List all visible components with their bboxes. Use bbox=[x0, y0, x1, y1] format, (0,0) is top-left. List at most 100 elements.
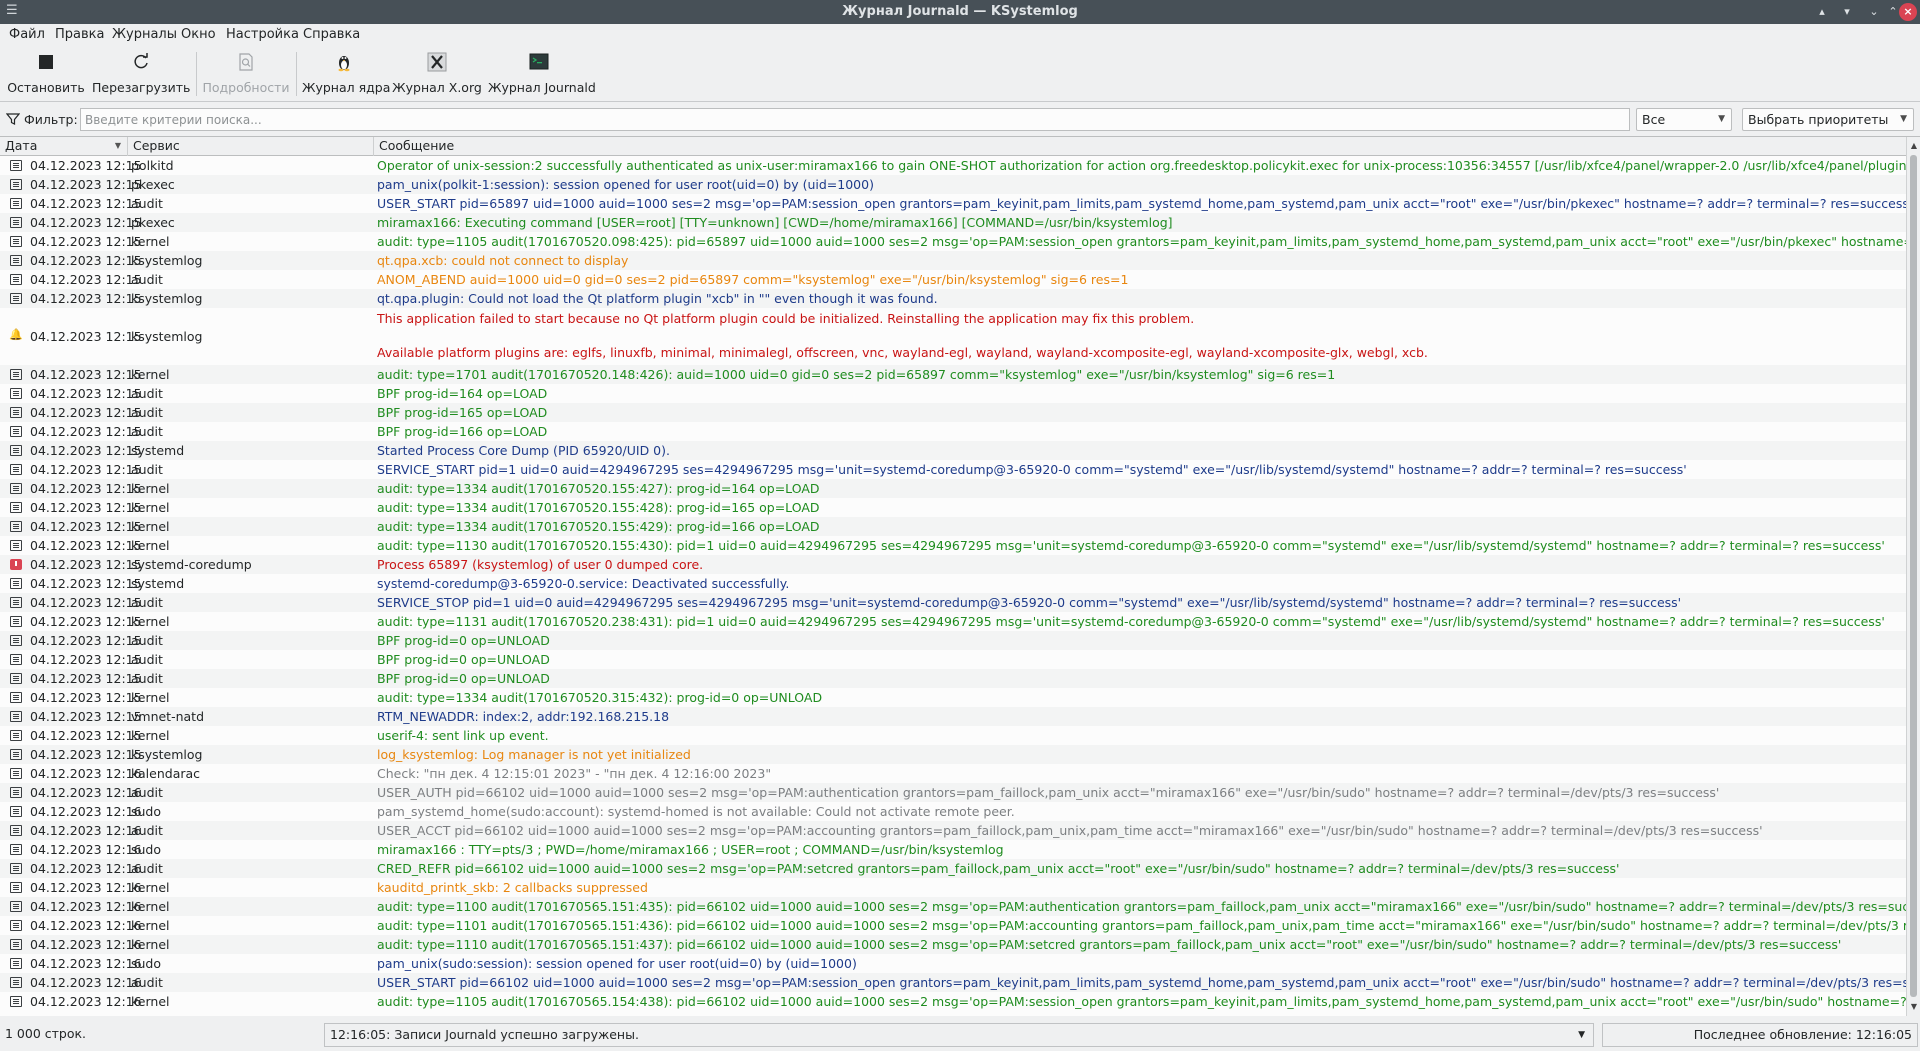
table-row[interactable]: 04.12.2023 12:15 kernel audit: type=1334 a… bbox=[0, 688, 1906, 707]
cell-service: kernel bbox=[131, 614, 170, 629]
table-row[interactable]: 04.12.2023 12:16 audit CRED_REFR pid=66102… bbox=[0, 859, 1906, 878]
cell-date: 04.12.2023 12:16 bbox=[30, 823, 142, 838]
table-row[interactable]: 04.12.2023 12:15 pkexec pam_unix(polkit-1:… bbox=[0, 175, 1906, 194]
table-row[interactable]: 04.12.2023 12:16 kalendarac Check: "пн дек… bbox=[0, 764, 1906, 783]
table-row[interactable]: 04.12.2023 12:16 kernel audit: type=1110 a… bbox=[0, 935, 1906, 954]
menu-edit[interactable]: Правка bbox=[55, 27, 104, 42]
cell-message: Started Process Core Dump (PID 65920/UID… bbox=[377, 443, 670, 458]
table-row[interactable]: 04.12.2023 12:15 kernel audit: type=1334 a… bbox=[0, 517, 1906, 536]
cell-date: 04.12.2023 12:15 bbox=[30, 215, 142, 230]
table-row[interactable]: 04.12.2023 12:15 vmnet-natd RTM_NEWADDR: i… bbox=[0, 707, 1906, 726]
table-row[interactable]: 04.12.2023 12:15 ksystemlog log_ksystemlog… bbox=[0, 745, 1906, 764]
xorg-log-button[interactable]: Журнал X.org bbox=[392, 46, 482, 102]
cell-service: audit bbox=[131, 861, 163, 876]
table-row[interactable]: 04.12.2023 12:15 audit USER_START pid=6589… bbox=[0, 194, 1906, 213]
table-row[interactable]: 04.12.2023 12:15 systemd Started Process C… bbox=[0, 441, 1906, 460]
doc-icon bbox=[10, 635, 22, 646]
table-row[interactable]: 04.12.2023 12:15 pkexec miramax166: Execut… bbox=[0, 213, 1906, 232]
table-row[interactable]: 04.12.2023 12:15 audit BPF prog-id=0 op=UN… bbox=[0, 631, 1906, 650]
scrollbar-thumb[interactable] bbox=[1910, 155, 1917, 997]
table-row[interactable]: 04.12.2023 12:15 kernel audit: type=1334 a… bbox=[0, 498, 1906, 517]
cell-message: audit: type=1334 audit(1701670520.155:42… bbox=[377, 519, 820, 534]
cell-message: BPF prog-id=166 op=LOAD bbox=[377, 424, 548, 439]
filter-scope-select[interactable]: Все ▼ bbox=[1636, 108, 1732, 131]
table-row[interactable]: 04.12.2023 12:16 audit USER_AUTH pid=66102… bbox=[0, 783, 1906, 802]
cell-date: 04.12.2023 12:15 bbox=[30, 253, 142, 268]
table-row[interactable]: 04.12.2023 12:15 audit BPF prog-id=164 op=… bbox=[0, 384, 1906, 403]
table-row[interactable]: 04.12.2023 12:15 ksystemlog qt.qpa.plugin:… bbox=[0, 289, 1906, 308]
table-row[interactable]: 04.12.2023 12:16 audit USER_START pid=6610… bbox=[0, 973, 1906, 992]
cell-date: 04.12.2023 12:15 bbox=[30, 234, 142, 249]
cell-message: BPF prog-id=165 op=LOAD bbox=[377, 405, 548, 420]
reload-icon bbox=[134, 53, 148, 69]
status-bar: 1 000 строк. 12:16:05: Записи Journald у… bbox=[0, 1020, 1920, 1051]
table-row[interactable]: 04.12.2023 12:15 kernel audit: type=1131 a… bbox=[0, 612, 1906, 631]
table-row[interactable]: 04.12.2023 12:16 audit USER_ACCT pid=66102… bbox=[0, 821, 1906, 840]
table-row[interactable]: 04.12.2023 12:15 kernel audit: type=1701 a… bbox=[0, 365, 1906, 384]
priority-select[interactable]: Выбрать приоритеты ▼ bbox=[1742, 108, 1914, 131]
column-header-service[interactable]: Сервис bbox=[128, 137, 374, 156]
vertical-scrollbar[interactable]: ▲ ▼ bbox=[1906, 137, 1920, 1016]
table-row[interactable]: 04.12.2023 12:15ksystemlog This applicati… bbox=[0, 308, 1906, 365]
doc-icon bbox=[10, 255, 22, 266]
table-row[interactable]: 04.12.2023 12:16 sudo pam_unix(sudo:sessio… bbox=[0, 954, 1906, 973]
minimize-icon[interactable]: ⌄ bbox=[1865, 3, 1883, 21]
cell-service: audit bbox=[131, 823, 163, 838]
cell-message: qt.qpa.xcb: could not connect to display bbox=[377, 253, 629, 268]
cell-date: 04.12.2023 12:15 bbox=[30, 709, 142, 724]
reload-label: Перезагрузить bbox=[92, 80, 191, 95]
table-row[interactable]: 04.12.2023 12:16 kernel kauditd_printk_skb… bbox=[0, 878, 1906, 897]
table-row[interactable]: 04.12.2023 12:15 kernel audit: type=1334 a… bbox=[0, 479, 1906, 498]
menu-file[interactable]: Файл bbox=[9, 27, 45, 42]
table-row[interactable]: 04.12.2023 12:16 kernel audit: type=1100 a… bbox=[0, 897, 1906, 916]
scroll-down-icon[interactable]: ▼ bbox=[1908, 1000, 1920, 1014]
table-row[interactable]: 04.12.2023 12:15 audit BPF prog-id=0 op=UN… bbox=[0, 650, 1906, 669]
journald-log-button[interactable]: Журнал Journald bbox=[488, 46, 596, 102]
menu-logs[interactable]: Журналы bbox=[112, 27, 177, 42]
table-row[interactable]: 04.12.2023 12:15 audit BPF prog-id=166 op=… bbox=[0, 422, 1906, 441]
table-row[interactable]: 04.12.2023 12:15 ksystemlog qt.qpa.xcb: co… bbox=[0, 251, 1906, 270]
keep-below-icon[interactable]: ▾ bbox=[1838, 3, 1856, 21]
doc-icon bbox=[10, 730, 22, 741]
status-message-select[interactable]: 12:16:05: Записи Journald успешно загруж… bbox=[324, 1023, 1594, 1047]
cell-date: 04.12.2023 12:16 bbox=[30, 994, 142, 1009]
stop-label: Остановить bbox=[7, 80, 85, 95]
kernel-log-button[interactable]: Журнал ядра bbox=[302, 46, 390, 102]
table-row[interactable]: 04.12.2023 12:15 kernel userif-4: sent lin… bbox=[0, 726, 1906, 745]
table-row[interactable]: 04.12.2023 12:15 systemd-coredump Process … bbox=[0, 555, 1906, 574]
table-row[interactable]: 04.12.2023 12:16 sudo pam_systemd_home(sud… bbox=[0, 802, 1906, 821]
column-header-message[interactable]: Сообщение bbox=[374, 137, 1906, 156]
table-row[interactable]: 04.12.2023 12:16 kernel audit: type=1101 a… bbox=[0, 916, 1906, 935]
table-row[interactable]: 04.12.2023 12:15 polkitd Operator of unix-… bbox=[0, 156, 1906, 175]
xorg-log-label: Журнал X.org bbox=[392, 80, 482, 95]
log-table[interactable]: Дата ▼ Сервис Сообщение 04.12.2023 12:15… bbox=[0, 136, 1920, 1016]
scroll-up-icon[interactable]: ▲ bbox=[1908, 139, 1920, 153]
details-button[interactable]: Подробности bbox=[202, 46, 290, 102]
cell-message: log_ksystemlog: Log manager is not yet i… bbox=[377, 747, 691, 762]
filter-input[interactable] bbox=[80, 108, 1630, 131]
stop-button[interactable]: Остановить bbox=[6, 46, 86, 102]
menu-window[interactable]: Окно bbox=[181, 27, 216, 42]
table-row[interactable]: 04.12.2023 12:15 audit SERVICE_START pid=1… bbox=[0, 460, 1906, 479]
window-titlebar[interactable]: ☰ Журнал Journald — KSystemlog ▴ ▾ ⌄ ⌃ × bbox=[0, 0, 1920, 24]
reload-button[interactable]: Перезагрузить bbox=[92, 46, 190, 102]
cell-message: ANOM_ABEND auid=1000 uid=0 gid=0 ses=2 p… bbox=[377, 272, 1129, 287]
table-row[interactable]: 04.12.2023 12:15 audit SERVICE_STOP pid=1 … bbox=[0, 593, 1906, 612]
table-row[interactable]: 04.12.2023 12:15 kernel audit: type=1105 a… bbox=[0, 232, 1906, 251]
keep-above-icon[interactable]: ▴ bbox=[1813, 3, 1831, 21]
menu-settings[interactable]: Настройка bbox=[226, 27, 299, 42]
table-row[interactable]: 04.12.2023 12:15 audit ANOM_ABEND auid=100… bbox=[0, 270, 1906, 289]
table-row[interactable]: 04.12.2023 12:15 kernel audit: type=1130 a… bbox=[0, 536, 1906, 555]
table-row[interactable]: 04.12.2023 12:16 kernel audit: type=1105 a… bbox=[0, 992, 1906, 1011]
cell-message: miramax166 : TTY=pts/3 ; PWD=/home/miram… bbox=[377, 842, 1004, 857]
table-row[interactable]: 04.12.2023 12:15 audit BPF prog-id=165 op=… bbox=[0, 403, 1906, 422]
close-icon[interactable]: × bbox=[1899, 3, 1917, 21]
main-toolbar: Остановить Перезагрузить Подробности Жур… bbox=[0, 46, 1920, 102]
table-row[interactable]: 04.12.2023 12:15 systemd systemd-coredump@… bbox=[0, 574, 1906, 593]
table-row[interactable]: 04.12.2023 12:16 sudo miramax166 : TTY=pts… bbox=[0, 840, 1906, 859]
cell-service: sudo bbox=[131, 804, 162, 819]
menu-help[interactable]: Справка bbox=[303, 27, 360, 42]
column-header-date[interactable]: Дата ▼ bbox=[0, 137, 128, 156]
table-row[interactable]: 04.12.2023 12:15 audit BPF prog-id=0 op=UN… bbox=[0, 669, 1906, 688]
doc-icon bbox=[10, 996, 22, 1007]
